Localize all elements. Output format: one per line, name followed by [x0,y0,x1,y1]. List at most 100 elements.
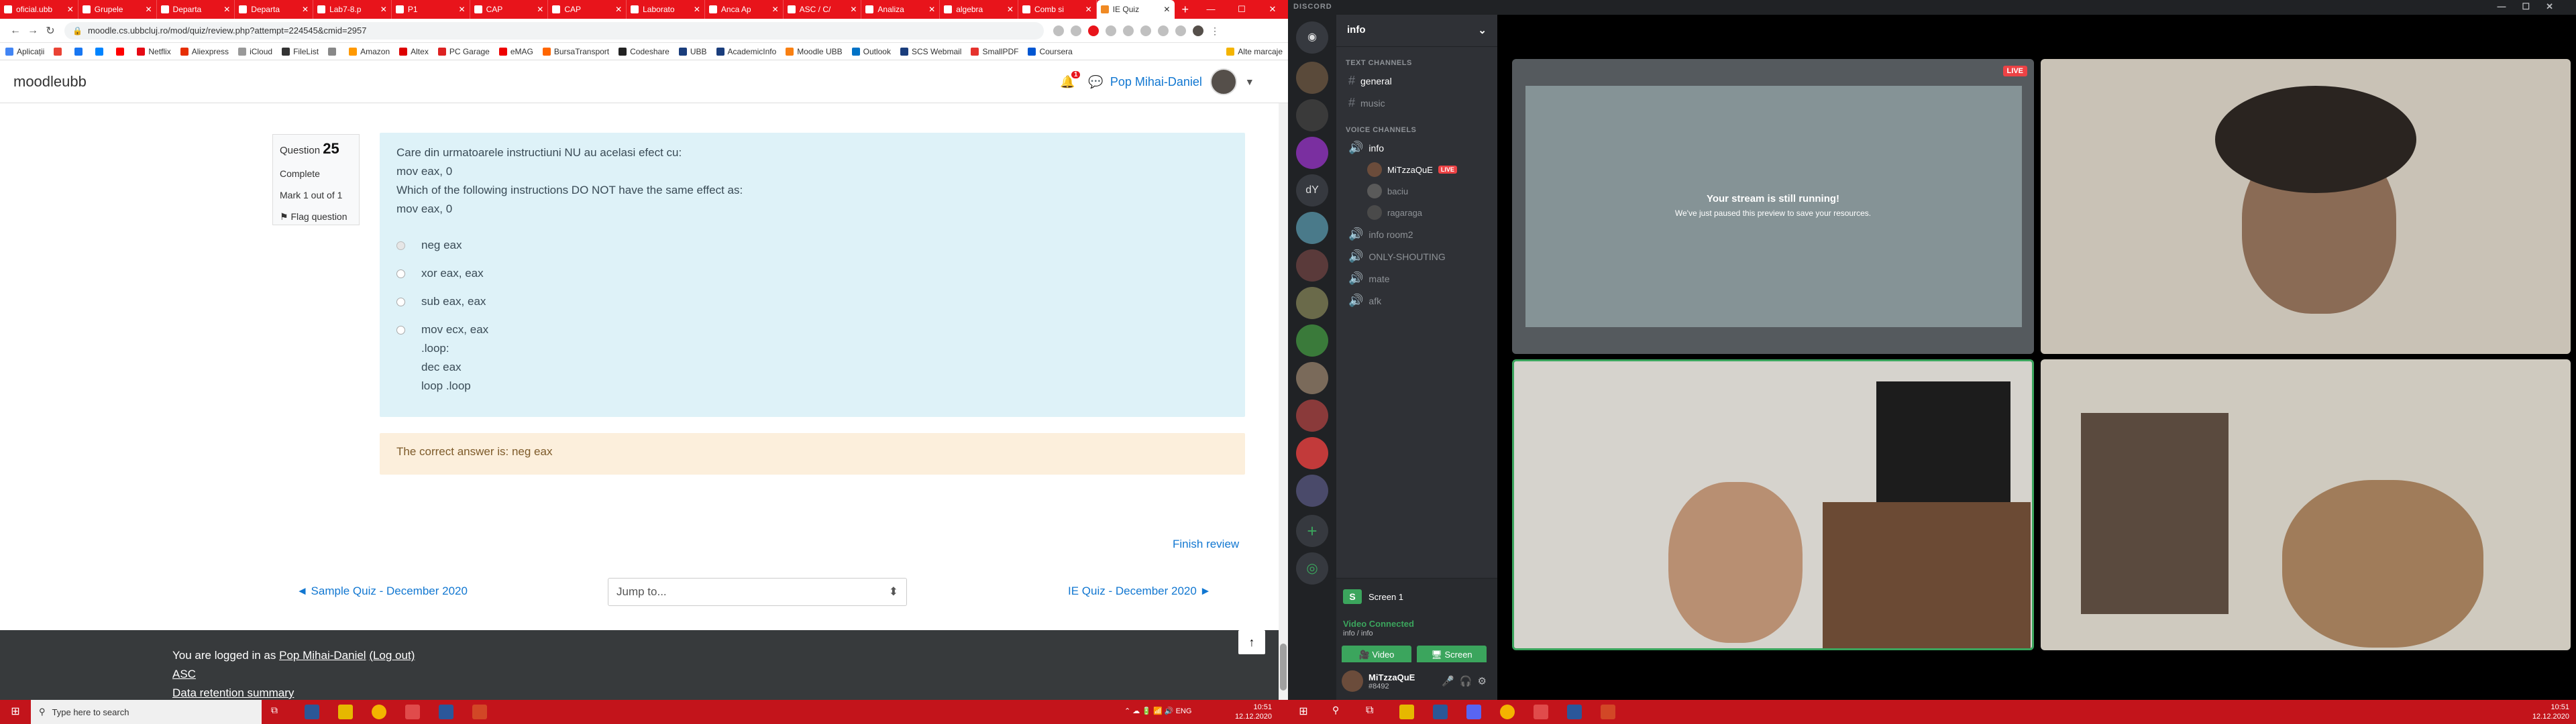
browser-tab[interactable]: Anca Ap ✕ [705,0,784,19]
chrome-icon[interactable] [1500,705,1515,719]
close-tab-icon[interactable]: ✕ [928,5,935,14]
previous-activity-link[interactable]: ◄ Sample Quiz - December 2020 [297,585,468,598]
data-retention-link[interactable]: Data retention summary [172,686,294,699]
back-icon[interactable]: ← [7,25,24,37]
discord-taskbar-icon[interactable] [1466,705,1481,719]
screen-share-row[interactable]: S Screen 1 [1343,589,1403,604]
bookmark[interactable]: PC Garage [437,47,490,56]
system-tray[interactable]: ⌃ ☁ 🔋 📶 🔊 ENG [1124,707,1218,716]
category-label[interactable]: VOICE CHANNELS [1336,114,1497,137]
server-icon[interactable] [1296,400,1328,432]
extension-icon[interactable] [1053,25,1064,36]
menu-icon[interactable]: ⋮ [1210,25,1221,36]
windows-start-icon[interactable]: ⊞ [0,700,31,724]
bookmark[interactable]: Aplicații [5,47,44,56]
close-tab-icon[interactable]: ✕ [1085,5,1092,14]
extension-icon[interactable] [1175,25,1186,36]
server-icon[interactable] [1296,212,1328,244]
answer-option[interactable]: sub eax, eax [396,292,1228,311]
scrollbar-thumb[interactable] [1280,644,1287,690]
answer-option[interactable]: mov ecx, eax .loop: dec eax loop .loop [396,320,1228,396]
reload-icon[interactable]: ↻ [42,24,59,38]
camera-tile[interactable] [2041,359,2571,650]
taskbar-app-icon[interactable] [338,705,353,719]
bookmark[interactable]: SCS Webmail [900,47,961,56]
search-icon[interactable]: ⚲ [1332,705,1347,719]
task-view-icon[interactable]: ⧉ [1366,705,1381,719]
server-icon[interactable] [1296,475,1328,507]
bookmark[interactable]: FileList [282,47,319,56]
user-name[interactable]: Pop Mihai-Daniel [1110,75,1202,89]
stream-tile[interactable]: LIVE Your stream is still running! We've… [1512,59,2034,354]
other-bookmarks[interactable]: Alte marcaje [1226,47,1283,56]
bookmark[interactable]: SmallPDF [971,47,1018,56]
answer-option[interactable]: xor eax, eax [396,264,1228,283]
notification-bell-icon[interactable]: 🔔 1 [1060,70,1081,89]
explore-servers-icon[interactable]: ◎ [1296,552,1328,585]
extension-icon[interactable] [1088,25,1099,36]
taskbar-app-icon[interactable] [405,705,420,719]
browser-tab[interactable]: algebra ✕ [940,0,1018,19]
forward-icon[interactable]: → [24,25,42,37]
camera-tile-speaking[interactable] [1512,359,2034,650]
voice-channel[interactable]: 🔊 mate [1336,267,1497,290]
discord-home-icon[interactable]: ◉ [1296,21,1328,54]
bookmark[interactable]: eMAG [498,47,533,56]
close-tab-icon[interactable]: ✕ [1007,5,1014,14]
browser-tab[interactable]: ASC / C/✕ [784,0,862,19]
bookmark[interactable]: Outlook [851,47,891,56]
bookmark[interactable]: iCloud [238,47,272,56]
next-activity-link[interactable]: IE Quiz - December 2020 ► [1068,585,1211,598]
avatar[interactable] [1210,68,1237,95]
browser-tab[interactable]: Laborato ✕ [627,0,705,19]
voice-user[interactable]: ragaraga [1336,202,1497,223]
voice-user[interactable]: baciu [1336,180,1497,202]
server-icon[interactable] [1296,99,1328,131]
messages-icon[interactable]: 💬 [1088,75,1103,89]
bookmark[interactable]: Amazon [349,47,390,56]
close-tab-icon[interactable]: ✕ [67,5,74,14]
close-tab-icon[interactable]: ✕ [772,5,779,14]
close-tab-icon[interactable]: ✕ [302,5,309,14]
taskbar-app-icon[interactable] [1601,705,1615,719]
bookmark[interactable]: Altex [399,47,429,56]
browser-tab[interactable]: Departa ✕ [157,0,235,19]
taskbar-app-icon[interactable] [305,705,319,719]
browser-tab[interactable]: Lab7-8.p ✕ [313,0,392,19]
text-channel[interactable]: # music [1336,92,1497,114]
url-input[interactable]: 🔒 moodle.cs.ubbcluj.ro/mod/quiz/review.p… [64,21,1044,40]
close-tab-icon[interactable]: ✕ [459,5,466,14]
server-icon[interactable]: dY [1296,174,1328,206]
server-icon[interactable] [1296,437,1328,469]
extension-icon[interactable] [1106,25,1116,36]
radio[interactable] [396,326,405,335]
radio-selected[interactable] [396,241,405,250]
close-tab-icon[interactable]: ✕ [223,5,230,14]
close-tab-icon[interactable]: ✕ [145,5,152,14]
new-tab-icon[interactable]: + [1175,3,1195,17]
clock[interactable]: 10:51 12.12.2020 [2516,703,2569,721]
radio[interactable] [396,269,405,278]
taskbar-app-icon[interactable] [472,705,487,719]
browser-tab-active[interactable]: IE Quiz ✕ [1096,0,1175,19]
server-icon[interactable] [1296,62,1328,94]
server-icon[interactable] [1296,362,1328,394]
voice-channel[interactable]: 🔊 info [1336,137,1497,159]
task-view-icon[interactable]: ⧉ [271,705,286,719]
minimize-icon[interactable]: — [1195,4,1226,15]
bookmark[interactable]: BursaTransport [542,47,609,56]
close-tab-icon[interactable]: ✕ [615,5,622,14]
chevron-down-icon[interactable]: ▼ [1245,76,1254,87]
maximize-icon[interactable]: ☐ [1226,4,1257,15]
close-tab-icon[interactable]: ✕ [380,5,387,14]
browser-tab[interactable]: CAP ✕ [548,0,627,19]
voice-channel[interactable]: 🔊 info room2 [1336,223,1497,245]
browser-tab[interactable]: oficial.ubb ✕ [0,0,78,19]
taskbar-app-icon[interactable] [439,705,453,719]
bookmark[interactable] [74,47,86,56]
extension-icon[interactable] [1071,25,1081,36]
bookmark[interactable]: Moodle UBB [786,47,843,56]
close-tab-icon[interactable]: ✕ [850,5,857,14]
window-controls[interactable]: —☐✕ [2497,1,2569,12]
finish-review-link[interactable]: Finish review [1173,538,1239,551]
